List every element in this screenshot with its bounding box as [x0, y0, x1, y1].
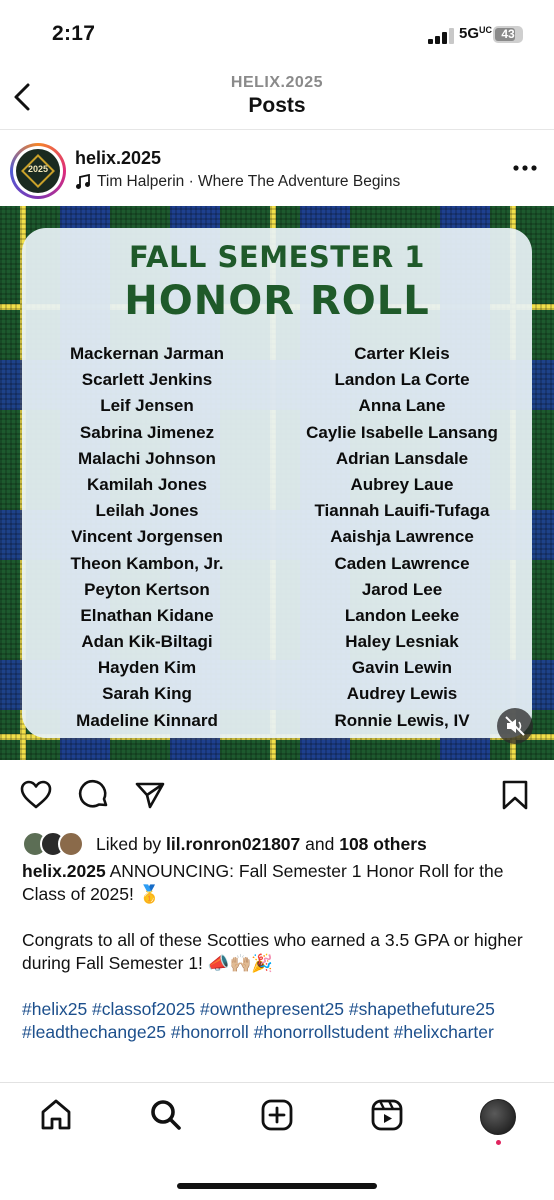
comment-button[interactable]: [77, 778, 111, 812]
post-caption: helix.2025 ANNOUNCING: Fall Semester 1 H…: [22, 860, 534, 1067]
nav-search[interactable]: [148, 1097, 184, 1133]
likes-row[interactable]: Liked by lil.ronron021807 and 108 others: [22, 830, 542, 858]
battery-level: 43: [501, 27, 515, 41]
honoree-name: Aaishja Lawrence: [330, 527, 474, 547]
honor-roll-card: FALL SEMESTER 1 HONOR ROLL Mackernan Jar…: [22, 228, 532, 738]
caption-line2: Congrats to all of these Scotties who ea…: [22, 930, 523, 973]
more-options-button[interactable]: [512, 160, 538, 172]
send-icon: [135, 782, 165, 809]
honoree-name: Caylie Isabelle Lansang: [306, 422, 498, 442]
post-image[interactable]: FALL SEMESTER 1 HONOR ROLL Mackernan Jar…: [0, 206, 554, 760]
search-icon: [151, 1100, 181, 1130]
honoree-name: Aubrey Laue: [350, 474, 454, 494]
honoree-name: Anna Lane: [358, 396, 446, 416]
page-header: HELIX.2025 Posts: [0, 68, 554, 130]
caption-username[interactable]: helix.2025: [22, 861, 106, 881]
logo-image: 2025: [16, 149, 60, 193]
audio-label: Tim Halperin · Where The Adventure Begin…: [97, 173, 401, 190]
honoree-name: Caden Lawrence: [334, 553, 470, 573]
honoree-name: Ronnie Lewis, IV: [334, 710, 470, 730]
page-title: Posts: [248, 94, 306, 117]
nav-create[interactable]: [259, 1097, 295, 1133]
signal-icon: [428, 28, 454, 44]
battery-icon: 43: [493, 26, 523, 43]
music-note-icon: [76, 174, 90, 189]
home-indicator[interactable]: [177, 1183, 377, 1189]
create-icon: [261, 1099, 293, 1131]
likes-text: Liked by lil.ronron021807 and 108 others: [96, 833, 427, 854]
graphic-title-line2: HONOR ROLL: [124, 278, 430, 324]
avatar: [58, 831, 84, 857]
names-right-column: Carter Kleis Landon La Corte Anna Lane Cayl…: [277, 341, 527, 734]
reels-icon: [371, 1099, 403, 1131]
more-horizontal-icon: [513, 165, 537, 171]
honoree-name: Leilah Jones: [95, 501, 199, 521]
post-header: 2025 helix.2025 Tim Halperin · Where The…: [0, 138, 554, 202]
bottom-nav: [0, 1082, 554, 1200]
honoree-name: Sabrina Jimenez: [79, 422, 215, 442]
mute-button[interactable]: [497, 708, 533, 744]
honoree-name: Theon Kambon, Jr.: [70, 553, 224, 573]
header-subtitle: HELIX.2025: [230, 74, 324, 91]
status-bar: 2:17 5GUC 43: [0, 0, 554, 68]
nav-profile-avatar[interactable]: [480, 1099, 516, 1135]
graphic-title-line1: FALL SEMESTER 1: [129, 240, 425, 274]
names-left-column: Mackernan Jarman Scarlett Jenkins Leif Jen…: [22, 341, 272, 734]
honoree-name: Kamilah Jones: [87, 474, 207, 494]
honoree-name: Haley Lesniak: [345, 632, 459, 652]
honoree-name: Adrian Lansdale: [335, 448, 469, 468]
audio-link[interactable]: Tim Halperin · Where The Adventure Begin…: [75, 173, 400, 191]
honoree-name: Jarod Lee: [361, 579, 443, 599]
honoree-name: Landon Leeke: [344, 605, 460, 625]
nav-reels[interactable]: [369, 1097, 405, 1133]
heart-icon: [20, 780, 52, 809]
honoree-name: Elnathan Kidane: [80, 605, 214, 625]
network-label: 5GUC: [459, 25, 493, 42]
comment-icon: [78, 779, 108, 808]
likes-count[interactable]: 108 others: [339, 834, 427, 854]
speaker-muted-icon: [505, 716, 525, 736]
avatar[interactable]: 2025: [10, 143, 66, 199]
honoree-name: Peyton Kertson: [84, 579, 210, 599]
save-button[interactable]: [498, 778, 532, 812]
status-time: 2:17: [52, 22, 96, 45]
home-icon: [41, 1099, 71, 1130]
nav-home[interactable]: [38, 1097, 74, 1133]
honoree-name: Malachi Johnson: [78, 448, 216, 468]
notification-dot: [496, 1140, 501, 1145]
honoree-name: Madeline Kinnard: [76, 710, 218, 730]
honoree-name: Landon La Corte: [334, 370, 470, 390]
honoree-name: Carter Kleis: [354, 344, 450, 363]
honoree-name: Sarah King: [102, 684, 192, 704]
bookmark-icon: [502, 780, 528, 810]
honoree-name: Hayden Kim: [97, 658, 197, 678]
post-username[interactable]: helix.2025: [75, 148, 161, 169]
honoree-name: Audrey Lewis: [346, 684, 458, 704]
liker-username[interactable]: lil.ronron021807: [166, 834, 300, 854]
honoree-name: Adan Kik-Biltagi: [81, 632, 213, 652]
post-actions: [0, 770, 554, 820]
honoree-name: Mackernan Jarman: [69, 344, 225, 363]
honoree-name: Leif Jensen: [100, 396, 194, 416]
like-button[interactable]: [19, 778, 53, 812]
honoree-name: Scarlett Jenkins: [81, 370, 213, 390]
honoree-name: Vincent Jorgensen: [71, 527, 223, 547]
caption-hashtags[interactable]: #helix25 #classof2025 #ownthepresent25 #…: [22, 998, 534, 1044]
honoree-name: Gavin Lewin: [351, 658, 453, 678]
share-button[interactable]: [133, 778, 167, 812]
liker-avatars: [22, 831, 88, 857]
honoree-name: Tiannah Lauifi-Tufaga: [314, 501, 490, 521]
